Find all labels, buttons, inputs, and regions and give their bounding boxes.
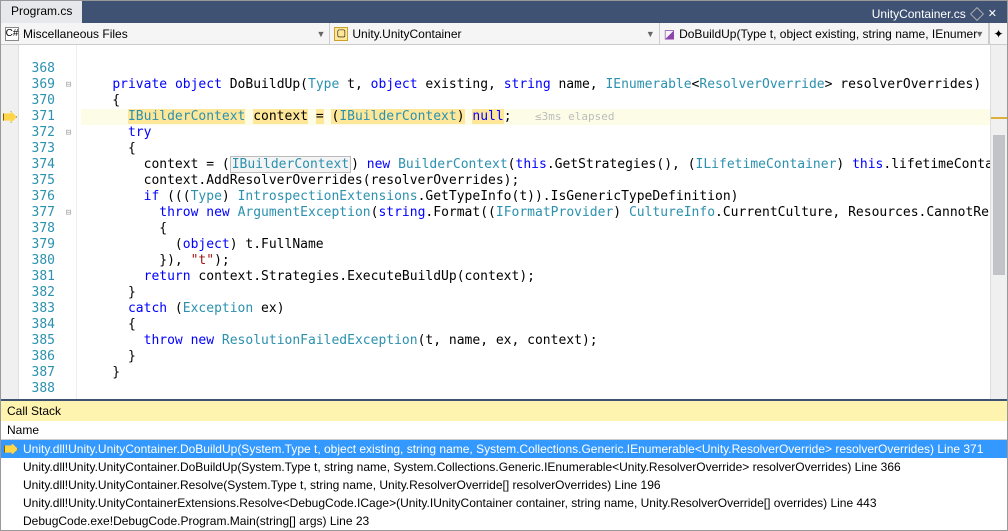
- scrollbar-thumb[interactable]: [993, 135, 1005, 275]
- code-line[interactable]: return context.Strategies.ExecuteBuildUp…: [81, 269, 990, 285]
- code-line[interactable]: (object) t.FullName: [81, 237, 990, 253]
- chevron-down-icon: ▼: [646, 29, 655, 39]
- tab-label: UnityContainer.cs: [872, 7, 966, 21]
- code-line[interactable]: [81, 381, 990, 397]
- frame-indicator: [3, 443, 19, 455]
- nav-bar: C# Miscellaneous Files ▼ ▢ Unity.UnityCo…: [1, 23, 1007, 45]
- method-icon: ◪: [664, 27, 675, 41]
- callstack-list[interactable]: Unity.dll!Unity.UnityContainer.DoBuildUp…: [1, 440, 1007, 530]
- class-icon: ▢: [334, 27, 348, 41]
- fold-toggle: [61, 301, 76, 317]
- frame-text: Unity.dll!Unity.UnityContainer.DoBuildUp…: [23, 442, 983, 456]
- callstack-row[interactable]: Unity.dll!Unity.UnityContainer.DoBuildUp…: [1, 458, 1007, 476]
- frame-text: Unity.dll!Unity.UnityContainer.Resolve(S…: [23, 478, 661, 492]
- code-line[interactable]: {: [81, 93, 990, 109]
- code-line[interactable]: context.AddResolverOverrides(resolverOve…: [81, 173, 990, 189]
- line-numbers: 3683693703713723733743753763773783793803…: [19, 45, 61, 399]
- code-line[interactable]: if (((Type) IntrospectionExtensions.GetT…: [81, 189, 990, 205]
- fold-toggle: [61, 141, 76, 157]
- nav-project[interactable]: C# Miscellaneous Files ▼: [1, 23, 330, 44]
- breakpoint-gutter[interactable]: [1, 45, 19, 399]
- fold-toggle: [61, 333, 76, 349]
- frame-text: DebugCode.exe!DebugCode.Program.Main(str…: [23, 514, 369, 528]
- pin-icon[interactable]: [970, 6, 984, 20]
- tab-program[interactable]: Program.cs: [1, 1, 82, 23]
- tab-unitycontainer[interactable]: UnityContainer.cs ✕: [862, 1, 1007, 23]
- current-frame-arrow-icon: [4, 443, 18, 455]
- split-icon[interactable]: ✦: [989, 23, 1007, 44]
- fold-toggle[interactable]: ⊟: [61, 77, 76, 93]
- fold-toggle: [61, 253, 76, 269]
- callstack-row[interactable]: Unity.dll!Unity.UnityContainer.Resolve(S…: [1, 476, 1007, 494]
- code-line[interactable]: }: [81, 349, 990, 365]
- fold-toggle: [61, 365, 76, 381]
- fold-toggle: [61, 221, 76, 237]
- nav-member-label: DoBuildUp(Type t, object existing, strin…: [679, 27, 977, 41]
- code-line[interactable]: [81, 45, 990, 61]
- nav-class[interactable]: ▢ Unity.UnityContainer ▼: [330, 23, 659, 44]
- fold-toggle: [61, 45, 76, 61]
- window: Program.cs UnityContainer.cs ✕ C# Miscel…: [0, 0, 1008, 531]
- fold-gutter[interactable]: ⊟ ⊟ ⊟: [61, 45, 77, 399]
- code-editor[interactable]: 3683693703713723733743753763773783793803…: [1, 45, 1007, 399]
- nav-member[interactable]: ◪ DoBuildUp(Type t, object existing, str…: [660, 23, 989, 44]
- fold-toggle[interactable]: ⊟: [61, 205, 76, 221]
- code-line[interactable]: throw new ResolutionFailedException(t, n…: [81, 333, 990, 349]
- editor-tabs: Program.cs UnityContainer.cs ✕: [1, 1, 1007, 23]
- code-line[interactable]: IBuilderContext context = (IBuilderConte…: [81, 109, 990, 125]
- current-line-arrow-icon: [3, 111, 17, 123]
- frame-text: Unity.dll!Unity.UnityContainer.DoBuildUp…: [23, 460, 901, 474]
- code-area[interactable]: private object DoBuildUp(Type t, object …: [77, 45, 990, 399]
- chevron-down-icon: ▼: [316, 29, 325, 39]
- callstack-row[interactable]: DebugCode.exe!DebugCode.Program.Main(str…: [1, 512, 1007, 530]
- code-line[interactable]: try: [81, 125, 990, 141]
- fold-toggle: [61, 269, 76, 285]
- fold-toggle[interactable]: ⊟: [61, 125, 76, 141]
- split-glyph: ✦: [994, 27, 1004, 41]
- fold-toggle: [61, 317, 76, 333]
- callstack-title[interactable]: Call Stack: [1, 401, 1007, 421]
- callstack-row[interactable]: Unity.dll!Unity.UnityContainer.DoBuildUp…: [1, 440, 1007, 458]
- code-line[interactable]: }), "t");: [81, 253, 990, 269]
- code-line[interactable]: context = (IBuilderContext) new BuilderC…: [81, 157, 990, 173]
- callstack-panel: Call Stack Name Unity.dll!Unity.UnityCon…: [1, 399, 1007, 530]
- code-line[interactable]: [81, 61, 990, 77]
- code-line[interactable]: catch (Exception ex): [81, 301, 990, 317]
- fold-toggle: [61, 157, 76, 173]
- fold-toggle: [61, 61, 76, 77]
- callstack-row[interactable]: Unity.dll!Unity.UnityContainerExtensions…: [1, 494, 1007, 512]
- vertical-scrollbar[interactable]: [990, 45, 1007, 399]
- code-line[interactable]: {: [81, 141, 990, 157]
- code-line[interactable]: }: [81, 285, 990, 301]
- csharp-file-icon: C#: [5, 27, 19, 41]
- code-line[interactable]: {: [81, 221, 990, 237]
- nav-class-label: Unity.UnityContainer: [352, 27, 461, 41]
- fold-toggle: [61, 285, 76, 301]
- nav-project-label: Miscellaneous Files: [23, 27, 128, 41]
- fold-toggle: [61, 237, 76, 253]
- code-line[interactable]: throw new ArgumentException(string.Forma…: [81, 205, 990, 221]
- chevron-down-icon: ▼: [975, 29, 984, 39]
- frame-text: Unity.dll!Unity.UnityContainerExtensions…: [23, 496, 877, 510]
- fold-toggle: [61, 381, 76, 397]
- close-icon[interactable]: ✕: [988, 7, 997, 20]
- fold-toggle: [61, 109, 76, 125]
- tab-right-group: UnityContainer.cs ✕: [862, 1, 1007, 23]
- code-line[interactable]: }: [81, 365, 990, 381]
- fold-toggle: [61, 173, 76, 189]
- code-line[interactable]: {: [81, 317, 990, 333]
- code-line[interactable]: private object DoBuildUp(Type t, object …: [81, 77, 990, 93]
- fold-toggle: [61, 93, 76, 109]
- fold-toggle: [61, 349, 76, 365]
- scroll-marker: [991, 117, 1007, 119]
- fold-toggle: [61, 189, 76, 205]
- callstack-header[interactable]: Name: [1, 421, 1007, 440]
